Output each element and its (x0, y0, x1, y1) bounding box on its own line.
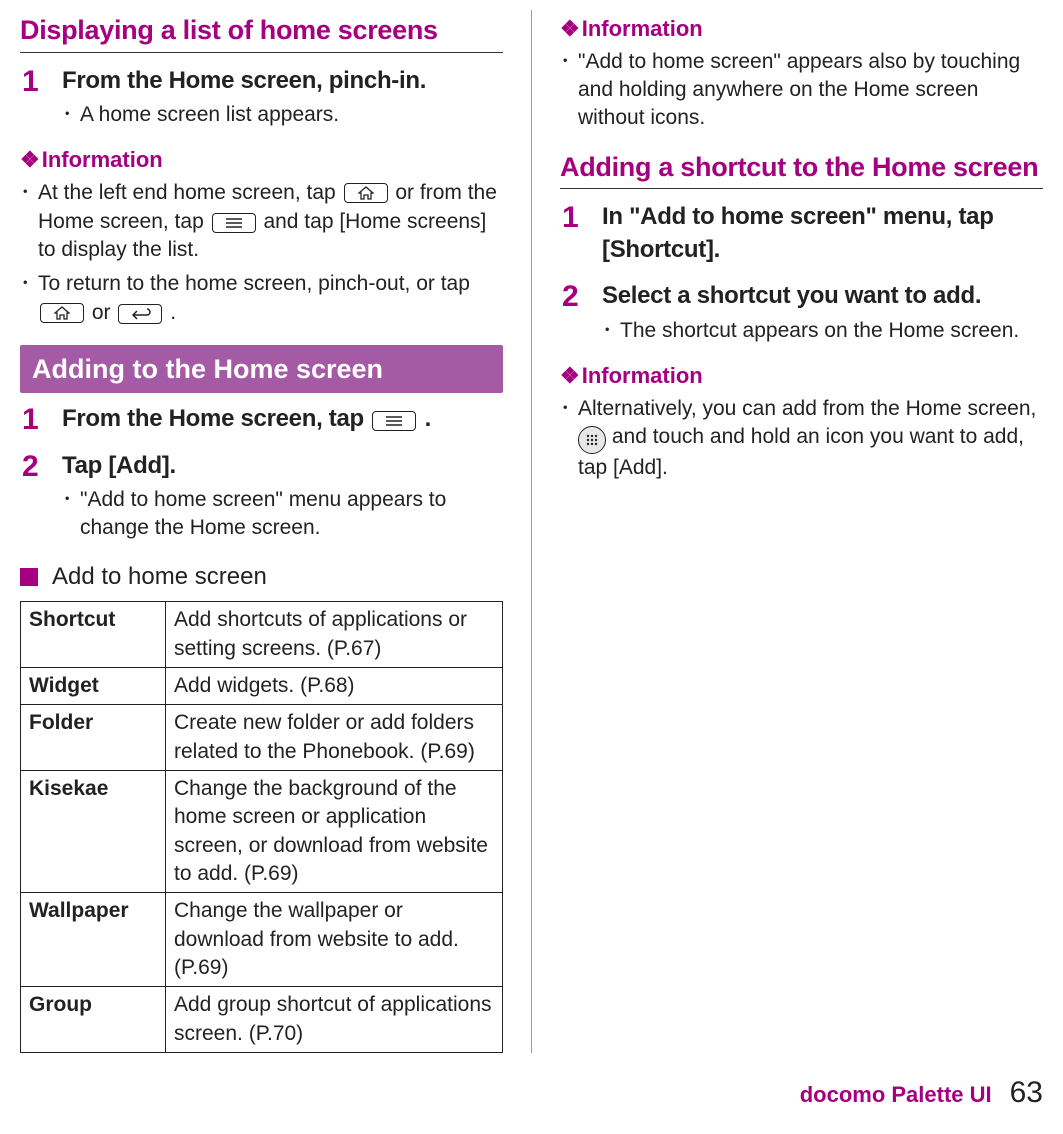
info-text: . (170, 301, 176, 324)
table-value: Add shortcuts of applications or setting… (166, 602, 503, 668)
bullet-dot-icon: ･ (560, 48, 578, 133)
table-row: ShortcutAdd shortcuts of applications or… (21, 602, 503, 668)
step-number: 2 (562, 280, 602, 347)
info-item: ･ To return to the home screen, pinch-ou… (20, 270, 503, 327)
menu-key-icon (372, 411, 416, 431)
menu-key-icon (212, 213, 256, 233)
table-row: FolderCreate new folder or add folders r… (21, 705, 503, 771)
footer-section-title: docomo Palette UI (800, 1080, 992, 1110)
step-title: From the Home screen, tap . (62, 403, 503, 435)
table-value: Create new folder or add folders related… (166, 705, 503, 771)
step-bullet: ･ "Add to home screen" menu appears to c… (62, 486, 503, 543)
table-row: KisekaeChange the background of the home… (21, 770, 503, 892)
information-heading: Information (560, 14, 1043, 44)
home-key-icon (40, 303, 84, 323)
step-2-tap-add: 2 Tap [Add]. ･ "Add to home screen" menu… (20, 450, 503, 545)
step-title: Select a shortcut you want to add. (602, 280, 1043, 312)
info-text: or (92, 301, 117, 324)
heading-adding-shortcut: Adding a shortcut to the Home screen (560, 151, 1043, 190)
sub-heading-add-to-home: Add to home screen (20, 561, 503, 593)
heading-displaying-list: Displaying a list of home screens (20, 14, 503, 53)
step-bullet: ･ The shortcut appears on the Home scree… (602, 317, 1043, 345)
table-key: Widget (21, 667, 166, 704)
info-item: ･ Alternatively, you can add from the Ho… (560, 395, 1043, 483)
apps-grid-icon (578, 426, 606, 454)
page-footer: docomo Palette UI 63 (20, 1073, 1043, 1114)
section-header-adding: Adding to the Home screen (20, 345, 503, 393)
step-number: 1 (562, 201, 602, 270)
bullet-dot-icon: ･ (20, 270, 38, 327)
square-bullet-icon (20, 568, 38, 586)
add-to-home-table: ShortcutAdd shortcuts of applications or… (20, 601, 503, 1053)
table-value: Add group shortcut of applications scree… (166, 987, 503, 1053)
table-key: Folder (21, 705, 166, 771)
info-text: To return to the home screen, pinch-out,… (38, 272, 470, 295)
step-bullet: ･ A home screen list appears. (62, 101, 503, 129)
step-1-tap-menu: 1 From the Home screen, tap . (20, 403, 503, 439)
table-row: WidgetAdd widgets. (P.68) (21, 667, 503, 704)
bullet-dot-icon: ･ (602, 317, 620, 345)
back-key-icon (118, 304, 162, 324)
info-text: At the left end home screen, tap (38, 181, 342, 204)
info-item: ･ At the left end home screen, tap or fr… (20, 179, 503, 264)
table-key: Kisekae (21, 770, 166, 892)
table-value: Change the wallpaper or download from we… (166, 893, 503, 987)
bullet-dot-icon: ･ (62, 486, 80, 543)
column-divider (531, 10, 532, 1053)
table-key: Wallpaper (21, 893, 166, 987)
step-number: 1 (22, 403, 62, 439)
info-text: Alternatively, you can add from the Home… (578, 397, 1036, 420)
step-number: 2 (22, 450, 62, 545)
step-title: Tap [Add]. (62, 450, 503, 482)
table-value: Add widgets. (P.68) (166, 667, 503, 704)
step-title: From the Home screen, pinch-in. (62, 65, 503, 97)
info-text: "Add to home screen" appears also by tou… (578, 48, 1043, 133)
bullet-dot-icon: ･ (20, 179, 38, 264)
bullet-dot-icon: ･ (62, 101, 80, 129)
information-heading: Information (20, 145, 503, 175)
left-column: Displaying a list of home screens 1 From… (20, 10, 503, 1053)
right-column: Information ･ "Add to home screen" appea… (560, 10, 1043, 1053)
home-key-icon (344, 183, 388, 203)
information-heading: Information (560, 361, 1043, 391)
table-row: WallpaperChange the wallpaper or downloa… (21, 893, 503, 987)
table-row: GroupAdd group shortcut of applications … (21, 987, 503, 1053)
bullet-dot-icon: ･ (560, 395, 578, 483)
table-key: Group (21, 987, 166, 1053)
info-text: and touch and hold an icon you want to a… (578, 425, 1024, 479)
footer-page-number: 63 (1010, 1073, 1043, 1114)
step-number: 1 (22, 65, 62, 132)
step-1-tap-shortcut: 1 In "Add to home screen" menu, tap [Sho… (560, 201, 1043, 270)
step-title: In "Add to home screen" menu, tap [Short… (602, 201, 1043, 266)
step-1-pinch-in: 1 From the Home screen, pinch-in. ･ A ho… (20, 65, 503, 132)
table-key: Shortcut (21, 602, 166, 668)
table-value: Change the background of the home screen… (166, 770, 503, 892)
step-2-select-shortcut: 2 Select a shortcut you want to add. ･ T… (560, 280, 1043, 347)
info-item: ･ "Add to home screen" appears also by t… (560, 48, 1043, 133)
